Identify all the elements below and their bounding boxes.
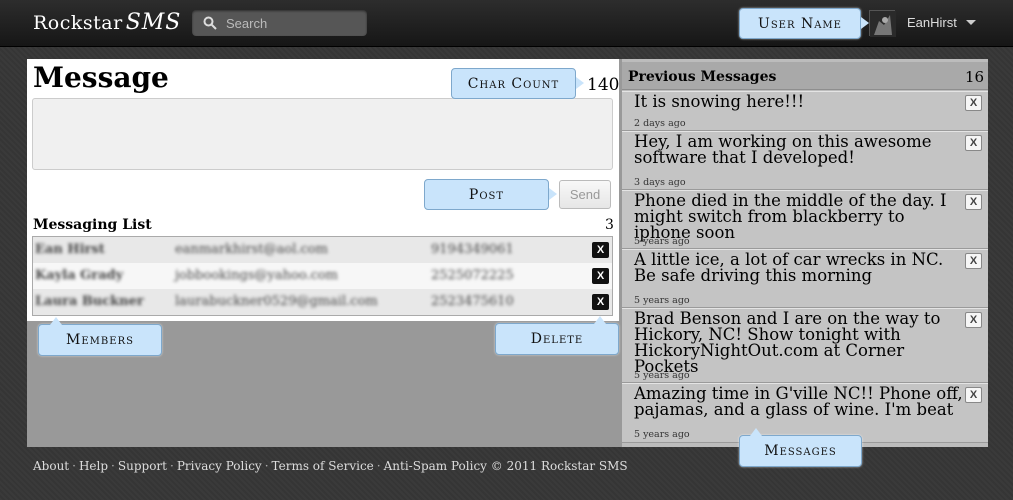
message-time: 5 years ago [634,295,690,306]
avatar[interactable] [869,10,896,37]
delete-message-button[interactable]: X [965,387,982,403]
delete-message-button[interactable]: X [965,135,982,151]
send-button[interactable]: Send [559,180,611,209]
delete-message-button[interactable]: X [965,253,982,269]
delete-message-button[interactable]: X [965,95,982,111]
main-container: Message 140 Send Messaging List 3 Ean Hi… [27,59,988,447]
footer-link-privacy[interactable]: Privacy Policy [177,459,262,473]
list-item: Amazing time in G'ville NC!! Phone off, … [622,383,988,443]
callout-arrow [750,428,762,436]
member-phone: 9194349061 [431,242,514,257]
user-name-callout: User Name [739,8,861,39]
delete-member-button[interactable]: X [592,294,609,310]
username-menu[interactable]: EanHirst [907,15,957,30]
footer-link-anti-spam[interactable]: Anti-Spam Policy [384,459,487,473]
search-input[interactable] [226,13,361,33]
logo-sms: SMS [125,10,182,35]
message-text: A little ice, a lot of car wrecks in NC.… [634,250,944,285]
list-item: A little ice, a lot of car wrecks in NC.… [622,249,988,308]
delete-member-button[interactable]: X [592,242,609,258]
message-text: Amazing time in G'ville NC!! Phone off, … [634,384,963,419]
messages-callout: Messages [739,435,862,467]
member-email: eanmarkhirst@aol.com [175,242,328,257]
member-phone: 2525072225 [431,268,514,283]
message-time: 2 days ago [634,118,686,129]
list-item: Phone died in the middle of the day. I m… [622,190,988,249]
footer: About · Help · Support · Privacy Policy · Terms … [33,459,628,473]
char-count-callout: Char Count [451,68,576,99]
delete-message-button[interactable]: X [965,312,982,328]
members-table: Ean Hirst eanmarkhirst@aol.com 919434906… [32,236,613,316]
message-text: Hey, I am working on this awesome softwa… [634,132,932,167]
table-row: Laura Buckner laurabuckner0529@gmail.com… [33,289,612,315]
footer-link-about[interactable]: About [33,459,69,473]
message-text: Phone died in the middle of the day. I m… [634,191,947,242]
list-item: Hey, I am working on this awesome softwa… [622,131,988,190]
message-time: 3 days ago [634,177,686,188]
char-count: 140 [587,75,620,95]
list-item: It is snowing here!!! 2 days ago X [622,91,988,131]
member-name: Laura Buckner [35,294,144,309]
message-text: It is snowing here!!! [634,92,805,111]
previous-messages-panel: Previous Messages 16 It is snowing here!… [622,59,988,447]
footer-link-terms[interactable]: Terms of Service [272,459,374,473]
search-box[interactable] [192,10,367,36]
copyright: © 2011 Rockstar SMS [490,459,628,473]
member-name: Kayla Grady [35,268,124,283]
message-time: 5 years ago [634,429,690,440]
post-callout: Post [424,179,549,210]
message-input[interactable] [32,98,613,170]
member-name: Ean Hirst [35,242,105,257]
messaging-list-count: 3 [605,217,614,233]
previous-messages-count: 16 [965,68,985,86]
message-text: Brad Benson and I are on the way to Hick… [634,309,941,376]
previous-messages-header: Previous Messages 16 [622,62,988,90]
table-row: Kayla Grady jobbookings@yahoo.com 252507… [33,263,612,289]
message-time: 5 years ago [634,236,690,247]
search-icon [203,16,217,30]
logo-text: Rockstar [33,12,123,34]
list-item: Brad Benson and I are on the way to Hick… [622,308,988,383]
member-email: jobbookings@yahoo.com [175,268,339,283]
callout-arrow [594,316,606,324]
member-phone: 2523475610 [431,294,514,309]
footer-link-support[interactable]: Support [118,459,167,473]
callout-arrow [576,77,584,89]
messaging-list-label: Messaging List [33,217,152,233]
delete-member-button[interactable]: X [592,268,609,284]
avatar-image [870,11,896,37]
callout-arrow [50,317,62,325]
page-title: Message [33,61,169,94]
delete-callout: Delete [495,323,619,355]
footer-link-help[interactable]: Help [79,459,108,473]
chevron-down-icon[interactable] [966,20,976,25]
logo[interactable]: Rockstar SMS [33,10,181,35]
previous-messages-title: Previous Messages [628,69,777,85]
callout-arrow [861,17,869,29]
members-callout: Members [38,324,162,356]
table-row: Ean Hirst eanmarkhirst@aol.com 919434906… [33,237,612,263]
message-time: 5 years ago [634,370,690,381]
member-email: laurabuckner0529@gmail.com [175,294,378,309]
callout-arrow [549,188,557,200]
delete-message-button[interactable]: X [965,194,982,210]
